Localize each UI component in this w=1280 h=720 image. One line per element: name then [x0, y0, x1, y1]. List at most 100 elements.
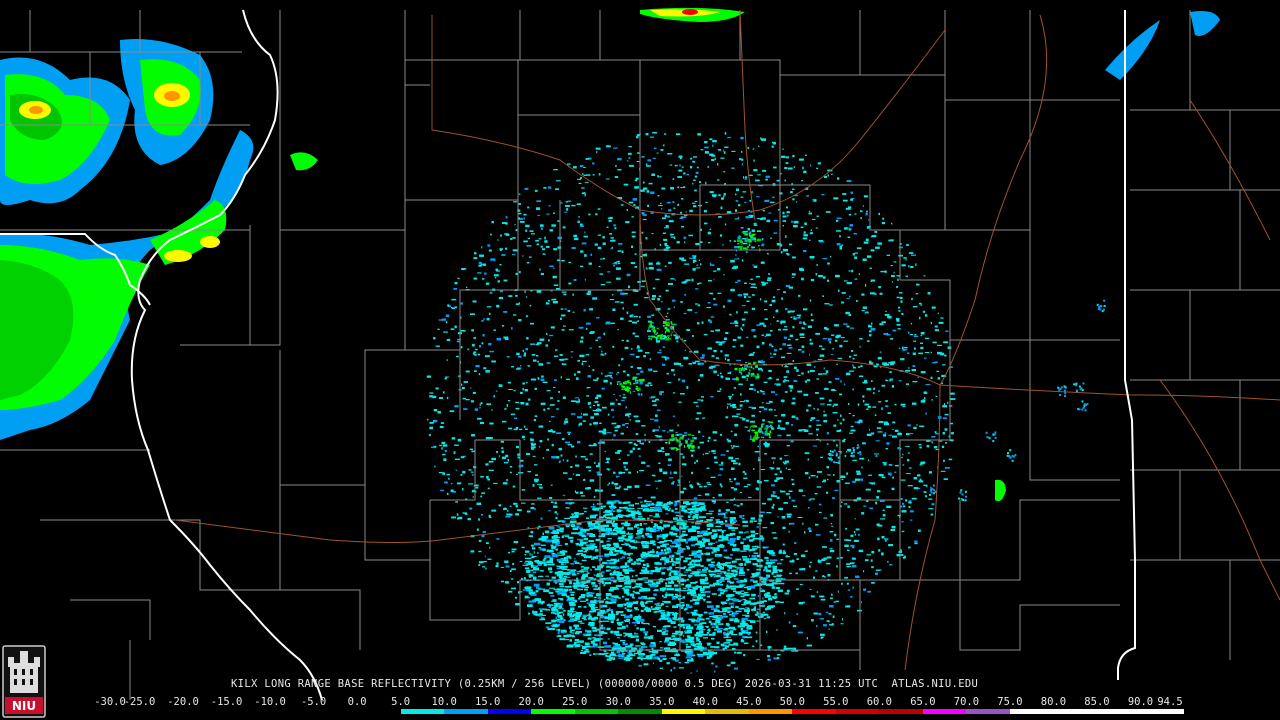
radar-echo-pixel [665, 246, 671, 249]
radar-echo-pixel [757, 522, 762, 525]
radar-echo-pixel [668, 458, 672, 461]
radar-echo-pixel [854, 213, 857, 215]
radar-echo-pixel [781, 414, 786, 417]
radar-echo-pixel [813, 199, 817, 202]
radar-echo-pixel [612, 239, 616, 242]
radar-echo-pixel [617, 371, 619, 374]
radar-echo-pixel [571, 356, 573, 358]
radar-echo-pixel [804, 531, 806, 534]
radar-echo-pixel [827, 479, 829, 481]
radar-echo-pixel [640, 657, 643, 661]
radar-echo-pixel [593, 422, 598, 425]
radar-echo-pixel [545, 344, 549, 347]
radar-echo-pixel [460, 346, 463, 349]
radar-echo-pixel [681, 463, 687, 466]
radar-echo-pixel [831, 389, 835, 391]
radar-echo-pixel [800, 226, 804, 228]
radar-echo-pixel [854, 278, 858, 280]
radar-echo-pixel [862, 258, 867, 261]
radar-echo-pixel [793, 166, 795, 168]
radar-echo-pixel [536, 207, 540, 210]
radar-echo-pixel [923, 491, 927, 493]
radar-echo-pixel [822, 276, 826, 279]
radar-echo-pixel [870, 279, 872, 282]
radar-echo-pixel [705, 201, 708, 203]
radar-echo-pixel [836, 230, 841, 232]
radar-echo-pixel [852, 415, 855, 417]
radar-echo-pixel [834, 489, 839, 491]
radar-echo-pixel [790, 316, 793, 318]
radar-echo-pixel [486, 317, 490, 321]
radar-echo-pixel [741, 375, 746, 379]
radar-echo-pixel [594, 549, 599, 552]
radar-echo-pixel [693, 362, 696, 364]
radar-echo-pixel [607, 484, 609, 486]
radar-echo-pixel [707, 302, 711, 304]
radar-echo-pixel [785, 460, 789, 463]
radar-echo-pixel [665, 547, 670, 549]
radar-echo-pixel [670, 187, 674, 190]
radar-echo-pixel [633, 303, 638, 306]
radar-echo-pixel [841, 337, 845, 339]
radar-echo-pixel [491, 457, 496, 461]
radar-echo-pixel [687, 438, 690, 441]
radar-echo-pixel [699, 181, 701, 183]
radar-echo-pixel [776, 629, 778, 631]
radar-echo-pixel [451, 298, 457, 301]
radar-echo-pixel [637, 447, 641, 450]
radar-echo-pixel [771, 299, 776, 303]
radar-echo-pixel [901, 510, 907, 513]
radar-echo-pixel [561, 291, 567, 293]
radar-echo-pixel [617, 250, 622, 252]
radar-echo-pixel [680, 216, 683, 218]
radar-echo-pixel [913, 487, 919, 490]
radar-echo-pixel [947, 346, 952, 349]
radar-echo-pixel [849, 295, 851, 298]
radar-echo-pixel [845, 527, 847, 530]
radar-echo-pixel [709, 262, 712, 265]
radar-echo-pixel [499, 264, 502, 266]
radar-echo-pixel [863, 195, 869, 198]
radar-echo-pixel [703, 210, 707, 213]
radar-echo-pixel [498, 384, 503, 387]
radar-echo-pixel [857, 366, 861, 368]
radar-echo-pixel [728, 396, 732, 398]
radar-echo-pixel [742, 471, 745, 473]
radar-echo-pixel [664, 133, 667, 135]
radar-echo-pixel [698, 259, 700, 261]
radar-echo-pixel [902, 406, 906, 408]
radar-echo-pixel [521, 546, 525, 549]
radar-echo-pixel [565, 418, 568, 421]
radar-echo-pixel [628, 164, 634, 167]
radar-echo-pixel [563, 293, 567, 296]
radar-echo-pixel [650, 384, 653, 386]
radar-echo-pixel [792, 188, 795, 190]
radar-echo-pixel [861, 310, 865, 312]
radar-echo-pixel [945, 442, 947, 444]
radar-echo-pixel [611, 408, 614, 411]
radar-echo-pixel [450, 328, 455, 330]
radar-echo-pixel [568, 261, 571, 263]
radar-echo-pixel [610, 240, 612, 242]
radar-echo-pixel [628, 320, 632, 322]
radar-echo-pixel [489, 546, 491, 549]
radar-echo-pixel [751, 307, 756, 310]
radar-echo-pixel [633, 204, 636, 206]
radar-echo-pixel [919, 316, 921, 320]
radar-echo-pixel [562, 226, 566, 229]
radar-echo-pixel [791, 415, 796, 418]
radar-echo-pixel [672, 178, 675, 180]
radar-echo-pixel [622, 423, 625, 426]
radar-echo-pixel [600, 353, 604, 356]
radar-echo-pixel [830, 597, 833, 599]
radar-echo-pixel [772, 142, 776, 145]
radar-echo-pixel [763, 408, 768, 411]
radar-echo-pixel [639, 470, 644, 472]
radar-echo-pixel [546, 390, 551, 392]
radar-echo-pixel [770, 323, 772, 325]
radar-echo-pixel [738, 462, 741, 466]
radar-echo-pixel [741, 318, 746, 321]
radar-echo-pixel [866, 226, 870, 229]
radar-echo-pixel [756, 196, 760, 198]
radar-echo-pixel [444, 377, 447, 380]
